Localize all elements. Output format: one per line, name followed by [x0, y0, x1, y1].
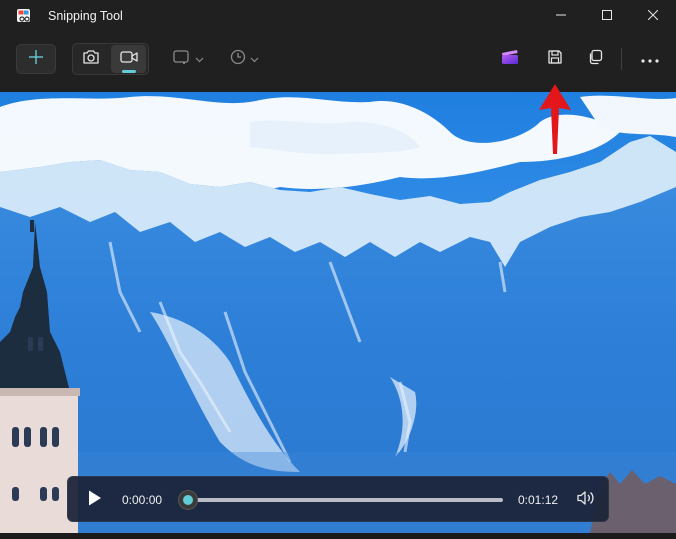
bottom-edge — [0, 533, 676, 539]
more-options-button[interactable] — [634, 45, 666, 73]
close-button[interactable] — [630, 0, 676, 32]
screenshot-mode-button[interactable] — [74, 45, 108, 73]
toolbar-divider — [621, 48, 622, 70]
rectangle-mode-icon — [172, 49, 191, 70]
play-button[interactable] — [84, 489, 106, 511]
timer-icon — [230, 49, 246, 70]
selected-mode-indicator — [122, 70, 136, 73]
camera-icon — [82, 49, 100, 70]
copy-icon — [587, 49, 603, 70]
seek-thumb[interactable] — [178, 490, 198, 510]
volume-button[interactable] — [574, 489, 598, 511]
toolbar — [0, 32, 676, 88]
snip-mode-dropdown[interactable] — [168, 45, 208, 73]
save-icon — [547, 49, 563, 70]
minimize-button[interactable] — [538, 0, 584, 32]
record-mode-button[interactable] — [111, 45, 146, 73]
title-bar: Snipping Tool — [0, 0, 676, 32]
current-time: 0:00:00 — [122, 493, 163, 507]
seek-bar[interactable] — [180, 498, 503, 502]
chevron-down-icon — [195, 50, 204, 68]
maximize-button[interactable] — [584, 0, 630, 32]
close-icon — [647, 7, 659, 25]
annotation-arrow — [538, 84, 572, 156]
copy-button[interactable] — [579, 45, 611, 73]
video-camera-icon — [119, 50, 138, 69]
chevron-down-icon — [250, 50, 259, 68]
minimize-icon — [556, 7, 566, 25]
clipchamp-icon — [501, 49, 519, 70]
window-title: Snipping Tool — [48, 9, 123, 23]
delay-dropdown[interactable] — [224, 45, 264, 73]
volume-icon — [576, 490, 596, 511]
more-icon — [641, 50, 659, 68]
video-player-controls: 0:00:00 0:01:12 — [67, 476, 609, 522]
save-button[interactable] — [539, 45, 571, 73]
play-icon — [87, 489, 103, 512]
plus-icon — [28, 49, 44, 70]
video-preview — [0, 92, 676, 533]
new-snip-button[interactable] — [16, 44, 56, 74]
clipchamp-button[interactable] — [494, 45, 526, 73]
snipping-tool-app-icon — [16, 8, 32, 24]
maximize-icon — [602, 7, 612, 25]
total-time: 0:01:12 — [518, 493, 559, 507]
